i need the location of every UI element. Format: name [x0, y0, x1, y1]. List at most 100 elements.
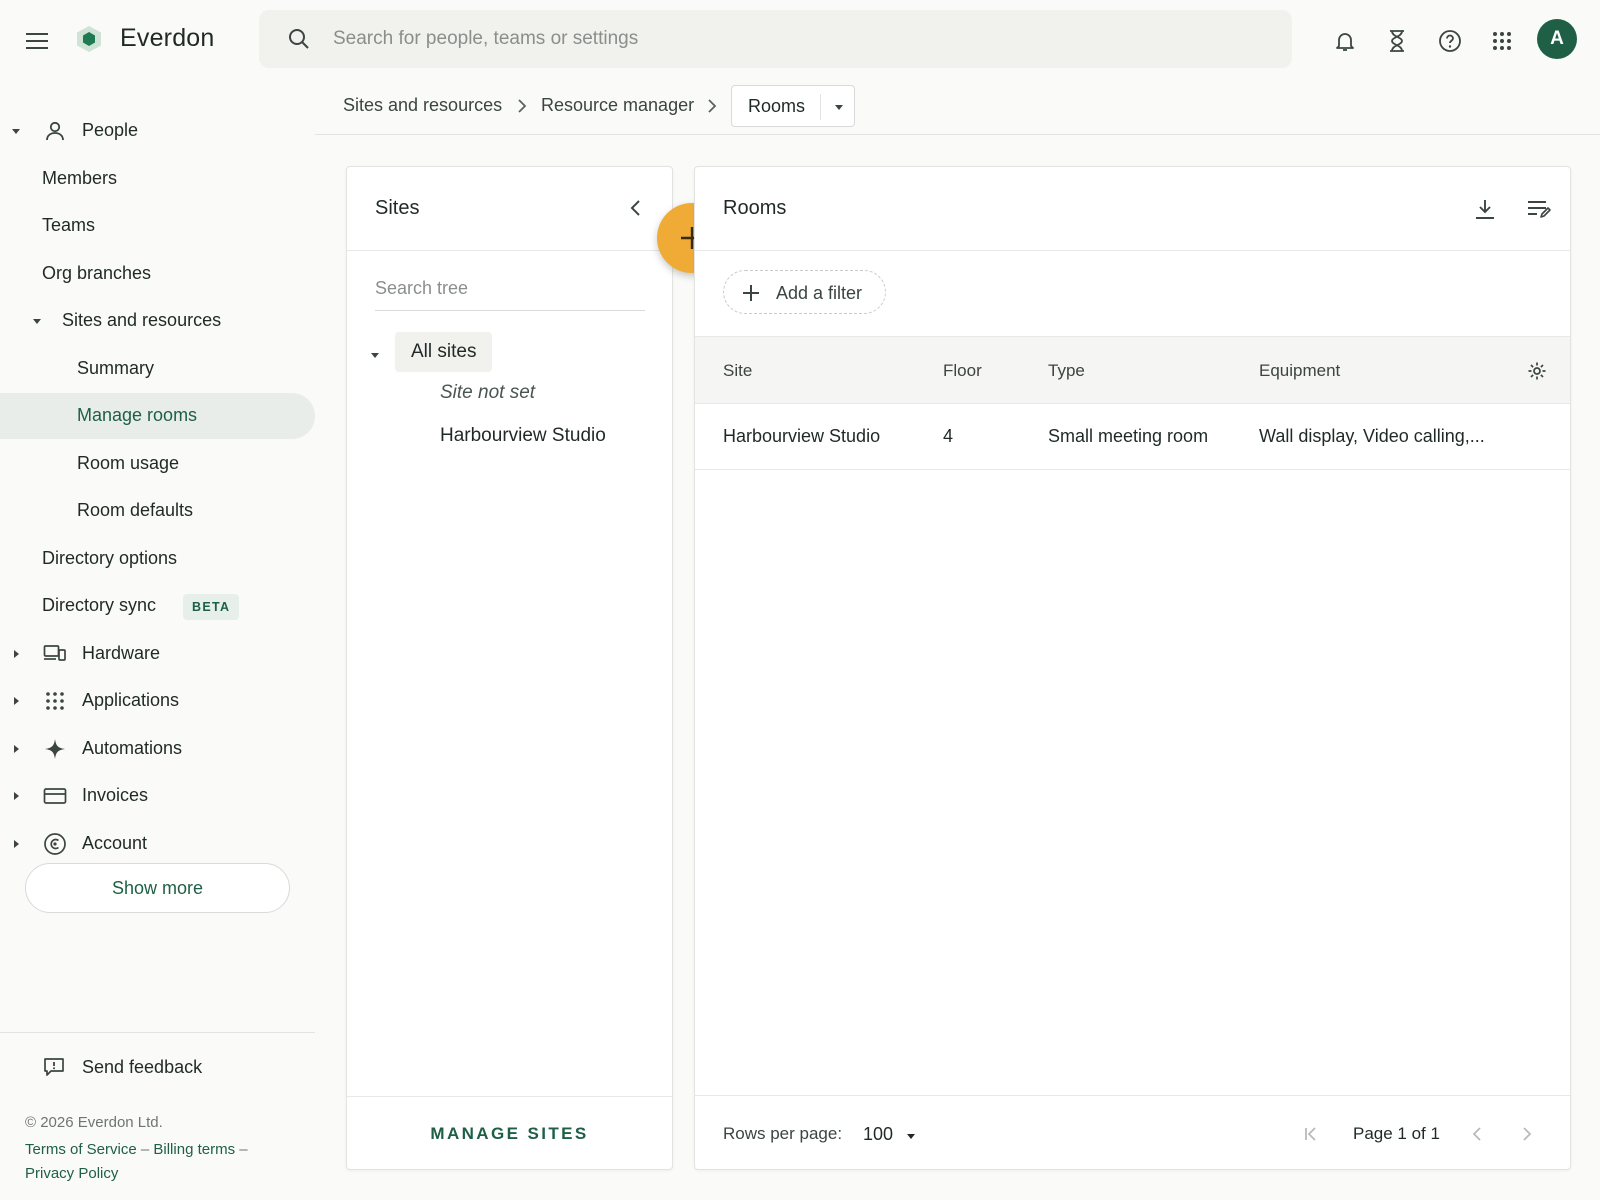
- credit-card-icon: [43, 784, 67, 808]
- search-input[interactable]: [333, 20, 1253, 58]
- sidebar-item-label: Org branches: [42, 263, 152, 283]
- caret-down-icon: [12, 129, 20, 134]
- resource-type-dropdown-button[interactable]: [824, 88, 854, 126]
- caret-right-icon: [14, 840, 19, 848]
- sidebar-item-org-branches[interactable]: Org branches: [0, 251, 315, 297]
- rooms-panel: Rooms Add a filter Site Floor Type Equip…: [694, 166, 1571, 1170]
- sidebar-item-label: Teams: [42, 215, 96, 235]
- page-indicator: Page 1 of 1: [1353, 1124, 1440, 1143]
- legal-separator: –: [239, 1141, 248, 1158]
- chevron-right-icon: [708, 99, 717, 113]
- legal-links: Terms of Service – Billing terms – Priva…: [25, 1138, 275, 1186]
- gear-icon: [1528, 362, 1546, 380]
- sidebar-item-manage-rooms[interactable]: Manage rooms: [0, 393, 315, 439]
- privacy-policy-link[interactable]: Privacy Policy: [25, 1165, 118, 1182]
- billing-terms-link[interactable]: Billing terms: [153, 1141, 235, 1158]
- sidebar-item-label: Sites and resources: [62, 310, 222, 330]
- search-icon: [289, 29, 309, 49]
- plus-icon: [743, 285, 759, 301]
- edit-columns-button[interactable]: [1521, 191, 1557, 227]
- download-button[interactable]: [1467, 191, 1503, 227]
- sidebar-item-teams[interactable]: Teams: [0, 203, 315, 249]
- help-icon: [1439, 30, 1461, 52]
- show-more-button[interactable]: Show more: [25, 863, 290, 913]
- manage-sites-button[interactable]: MANAGE SITES: [347, 1097, 672, 1171]
- help-button[interactable]: [1431, 22, 1469, 60]
- column-header-type[interactable]: Type: [1048, 361, 1085, 381]
- caret-down-icon: [907, 1134, 915, 1139]
- sparkle-icon: [43, 737, 67, 761]
- sidebar-item-invoices[interactable]: Invoices: [0, 773, 315, 819]
- feedback-icon: [43, 1056, 65, 1078]
- hamburger-icon: [26, 33, 48, 49]
- brand-logo: [74, 24, 104, 54]
- apps-button[interactable]: [1483, 22, 1521, 60]
- first-page-icon: [1305, 1127, 1316, 1141]
- sidebar-item-label: Applications: [82, 690, 180, 710]
- sidebar-item-directory-options[interactable]: Directory options: [0, 536, 315, 582]
- chevron-right-icon: [1523, 1127, 1532, 1141]
- tree-node-harbourview-studio[interactable]: Harbourview Studio: [440, 425, 606, 447]
- user-avatar[interactable]: A: [1537, 19, 1577, 59]
- sidebar-item-members[interactable]: Members: [0, 156, 315, 202]
- previous-page-button[interactable]: [1461, 1118, 1493, 1150]
- sidebar-item-label: People: [82, 120, 139, 140]
- hourglass-icon: [1390, 30, 1404, 52]
- sidebar-item-people[interactable]: People: [0, 108, 315, 154]
- legal-separator: –: [140, 1141, 150, 1158]
- brand-name: Everdon: [120, 24, 215, 52]
- sidebar-item-label: Directory sync: [42, 595, 157, 615]
- sidebar-item-summary[interactable]: Summary: [0, 346, 315, 392]
- devices-icon: [43, 642, 67, 666]
- breadcrumb-sites-and-resources[interactable]: Sites and resources: [343, 95, 502, 116]
- cell-floor: 4: [943, 426, 954, 446]
- sidebar-item-room-usage[interactable]: Room usage: [0, 441, 315, 487]
- rows-per-page-select[interactable]: 100: [863, 1118, 923, 1150]
- panel-divider: [347, 250, 672, 251]
- resource-type-current[interactable]: Rooms: [748, 96, 805, 117]
- caret-down-icon: [33, 319, 41, 324]
- column-header-equipment[interactable]: Equipment: [1259, 361, 1340, 381]
- rows-per-page-label: Rows per page:: [723, 1124, 843, 1143]
- column-header-site[interactable]: Site: [723, 361, 752, 381]
- column-header-floor[interactable]: Floor: [943, 361, 982, 381]
- first-page-button[interactable]: [1295, 1118, 1327, 1150]
- table-header: Site Floor Type Equipment: [695, 336, 1570, 404]
- caret-down-icon[interactable]: [369, 349, 381, 361]
- beta-badge: BETA: [183, 594, 240, 620]
- download-icon: [1476, 200, 1494, 219]
- sidebar-item-directory-sync[interactable]: Directory sync BETA: [0, 583, 315, 629]
- sidebar-item-room-defaults[interactable]: Room defaults: [0, 488, 315, 534]
- notifications-button[interactable]: [1326, 22, 1364, 60]
- rows-per-page-value: 100: [863, 1124, 894, 1144]
- panel-divider: [695, 250, 1570, 251]
- sidebar-item-label: Invoices: [82, 785, 149, 805]
- tasks-button[interactable]: [1378, 22, 1416, 60]
- caret-down-icon: [835, 105, 843, 110]
- table-row[interactable]: Harbourview Studio 4 Small meeting room …: [695, 404, 1570, 470]
- sidebar-item-label: Manage rooms: [77, 405, 198, 425]
- terms-of-service-link[interactable]: Terms of Service: [25, 1141, 137, 1158]
- rooms-panel-title: Rooms: [723, 197, 787, 219]
- breadcrumb-resource-manager[interactable]: Resource manager: [541, 95, 694, 116]
- sidebar-item-label: Account: [82, 833, 148, 853]
- caret-right-icon: [14, 792, 19, 800]
- send-feedback-button[interactable]: Send feedback: [0, 1045, 315, 1091]
- tree-search-input[interactable]: [375, 267, 645, 311]
- sidebar-item-applications[interactable]: Applications: [0, 678, 315, 724]
- sidebar: People Members Teams Org branches Sites …: [0, 80, 315, 1200]
- sidebar-item-label: Directory options: [42, 548, 178, 568]
- collapse-sites-button[interactable]: [619, 191, 653, 225]
- next-page-button[interactable]: [1511, 1118, 1543, 1150]
- tree-node-all-sites[interactable]: All sites: [395, 332, 493, 372]
- add-filter-button[interactable]: Add a filter: [723, 270, 886, 314]
- sidebar-item-account[interactable]: Account: [0, 821, 315, 867]
- sidebar-item-hardware[interactable]: Hardware: [0, 631, 315, 677]
- tree-node-site-not-set[interactable]: Site not set: [440, 382, 535, 404]
- account-circle-icon: [43, 832, 67, 856]
- column-settings-button[interactable]: [1523, 357, 1551, 385]
- main-menu-button[interactable]: [18, 22, 56, 60]
- caret-right-icon: [14, 650, 19, 658]
- sidebar-item-automations[interactable]: Automations: [0, 726, 315, 772]
- sidebar-item-sites-and-resources[interactable]: Sites and resources: [0, 298, 315, 344]
